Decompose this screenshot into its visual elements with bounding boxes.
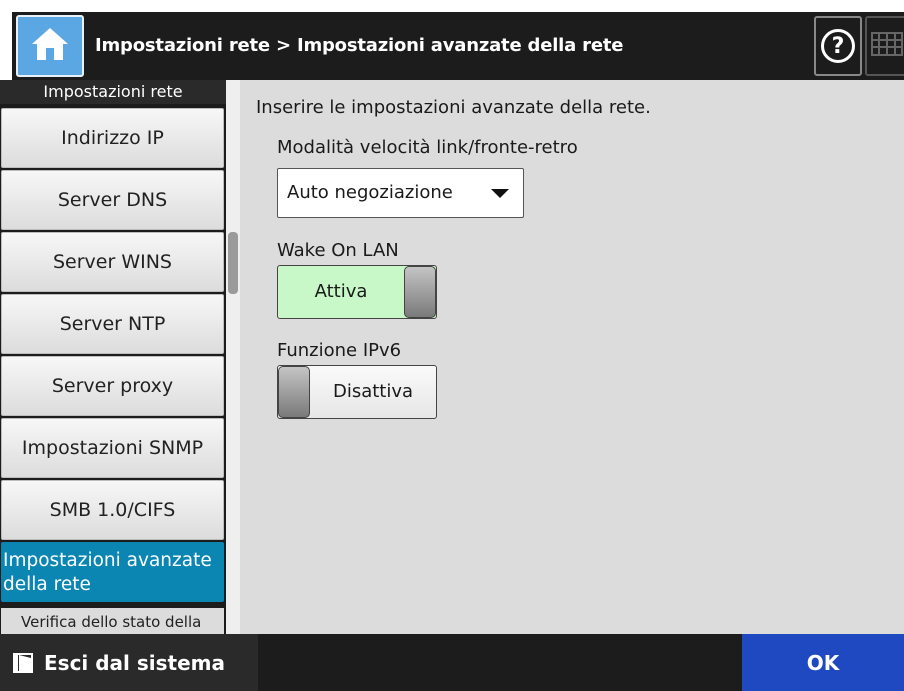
sidebar-item-label: Server NTP <box>59 313 166 335</box>
wake-on-lan-label: Wake On LAN <box>277 240 399 261</box>
instruction-text: Inserire le impostazioni avanzate della … <box>256 97 651 118</box>
sidebar-item-label: Server DNS <box>57 189 168 211</box>
main-panel: Inserire le impostazioni avanzate della … <box>240 80 904 634</box>
help-button[interactable]: ? <box>814 16 862 76</box>
caret-down-icon <box>491 189 509 198</box>
footer-bar: Esci dal sistema OK <box>0 634 904 691</box>
logout-icon <box>12 652 34 674</box>
sidebar-item-label: Verifica dello stato della <box>21 613 202 631</box>
logout-button[interactable]: Esci dal sistema <box>0 634 258 691</box>
wake-on-lan-toggle[interactable]: Attiva <box>277 265 437 319</box>
sidebar-item-advanced-network[interactable]: Impostazioni avanzate della rete <box>1 542 224 602</box>
help-icon: ? <box>821 29 855 63</box>
link-speed-select[interactable]: Auto negoziazione <box>277 168 524 218</box>
sidebar-item-ip-address[interactable]: Indirizzo IP <box>1 108 224 168</box>
ipv6-state: Disattiva <box>332 381 414 402</box>
sidebar-item-smb-cifs[interactable]: SMB 1.0/CIFS <box>1 480 224 540</box>
sidebar-title: Impostazioni rete <box>0 80 226 104</box>
header-bar: Impostazioni rete > Impostazioni avanzat… <box>12 12 904 80</box>
home-button[interactable] <box>16 15 84 77</box>
breadcrumb: Impostazioni rete > Impostazioni avanzat… <box>95 35 624 56</box>
sidebar-item-label: Impostazioni SNMP <box>21 437 204 459</box>
sidebar-item-label: Impostazioni avanzate della rete <box>3 550 212 595</box>
link-speed-label: Modalità velocità link/fronte-retro <box>277 137 578 158</box>
toggle-knob <box>278 366 310 418</box>
keyboard-icon <box>871 29 903 63</box>
sidebar: Impostazioni rete Indirizzo IP Server DN… <box>0 80 226 634</box>
wake-on-lan-state: Attiva <box>314 281 368 302</box>
ok-button[interactable]: OK <box>742 634 904 691</box>
logout-label: Esci dal sistema <box>44 650 225 675</box>
sidebar-scrollbar-thumb[interactable] <box>228 232 238 294</box>
sidebar-item-status-check[interactable]: Verifica dello stato della <box>1 608 224 634</box>
sidebar-scrollbar[interactable] <box>226 80 240 634</box>
sidebar-item-snmp[interactable]: Impostazioni SNMP <box>1 418 224 478</box>
ok-label: OK <box>806 650 840 675</box>
sidebar-item-label: Server WINS <box>52 251 172 273</box>
sidebar-item-dns-server[interactable]: Server DNS <box>1 170 224 230</box>
link-speed-value: Auto negoziazione <box>287 182 453 203</box>
sidebar-item-ntp-server[interactable]: Server NTP <box>1 294 224 354</box>
sidebar-item-wins-server[interactable]: Server WINS <box>1 232 224 292</box>
home-icon <box>28 22 72 70</box>
sidebar-item-label: Server proxy <box>51 375 174 397</box>
toggle-knob <box>404 266 436 318</box>
sidebar-item-label: Indirizzo IP <box>61 127 164 149</box>
ipv6-toggle[interactable]: Disattiva <box>277 365 437 419</box>
keyboard-button[interactable] <box>865 16 904 76</box>
sidebar-item-label: SMB 1.0/CIFS <box>49 499 176 521</box>
sidebar-item-proxy-server[interactable]: Server proxy <box>1 356 224 416</box>
ipv6-label: Funzione IPv6 <box>277 340 402 361</box>
